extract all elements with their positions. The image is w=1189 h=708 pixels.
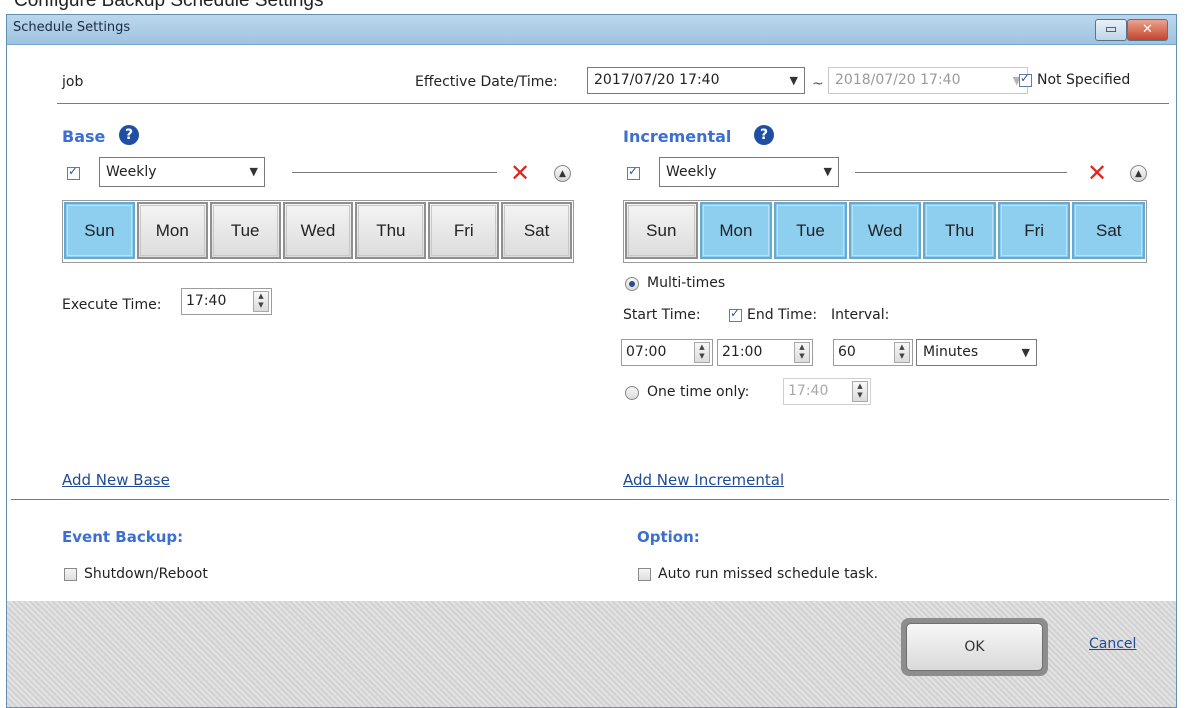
base-day-wed[interactable]: Wed xyxy=(282,202,354,259)
multi-times-label: Multi-times xyxy=(647,275,726,291)
base-day-mon[interactable]: Mon xyxy=(136,202,208,259)
not-specified-label: Not Specified xyxy=(1037,72,1131,88)
dialog-footer: OK Cancel xyxy=(7,601,1176,707)
spin-arrows-icon[interactable]: ▲ ▼ xyxy=(694,342,710,363)
end-time-value: 21:00 xyxy=(722,344,763,360)
x-icon[interactable]: ✕ xyxy=(1087,161,1107,185)
interval-unit-value: Minutes xyxy=(923,344,979,360)
execute-time-stepper[interactable]: 17:40 ▲ ▼ xyxy=(181,288,272,315)
effective-date-label: Effective Date/Time: xyxy=(415,74,558,90)
incremental-day-mon[interactable]: Mon xyxy=(699,202,773,259)
help-icon[interactable]: ? xyxy=(119,125,139,145)
event-backup-heading: Event Backup: xyxy=(62,528,184,546)
base-day-thu[interactable]: Thu xyxy=(355,202,427,259)
end-time-label: End Time: xyxy=(747,307,818,323)
shutdown-reboot-label: Shutdown/Reboot xyxy=(84,566,208,582)
one-time-only-label: One time only: xyxy=(647,384,750,400)
incremental-day-sat[interactable]: Sat xyxy=(1072,202,1146,259)
not-specified-checkbox[interactable] xyxy=(1019,71,1032,87)
interval-value: 60 xyxy=(838,344,856,360)
chevron-down-icon: ▼ xyxy=(249,165,258,178)
chevron-up-icon[interactable]: ▲ xyxy=(554,165,571,182)
incremental-heading: Incremental xyxy=(623,127,732,146)
incremental-divider xyxy=(855,172,1067,173)
caption-text: Configure Backup Schedule Settings xyxy=(14,0,324,11)
chevron-down-icon: ▼ xyxy=(1021,346,1030,359)
auto-run-checkbox[interactable] xyxy=(638,568,651,581)
incremental-day-sun[interactable]: Sun xyxy=(625,202,698,259)
close-button[interactable]: ✕ xyxy=(1127,19,1168,41)
one-time-only-radio[interactable] xyxy=(625,386,639,400)
spin-arrows-icon[interactable]: ▲ ▼ xyxy=(894,342,910,363)
section-divider xyxy=(11,499,1169,500)
base-frequency-value: Weekly xyxy=(106,164,157,180)
start-time-value: 07:00 xyxy=(626,344,667,360)
base-heading: Base xyxy=(62,127,106,146)
base-day-fri[interactable]: Fri xyxy=(428,202,500,259)
base-day-tue[interactable]: Tue xyxy=(209,202,281,259)
option-heading: Option: xyxy=(637,528,700,546)
incremental-frequency-combo[interactable]: Weekly ▼ xyxy=(659,157,839,187)
base-frequency-combo[interactable]: Weekly ▼ xyxy=(99,157,265,187)
auto-run-label: Auto run missed schedule task. xyxy=(658,566,879,582)
x-icon[interactable]: ✕ xyxy=(510,161,530,185)
interval-stepper[interactable]: 60 ▲ ▼ xyxy=(833,339,913,366)
interval-label: Interval: xyxy=(831,307,890,323)
help-icon[interactable]: ? xyxy=(754,125,774,145)
incremental-day-thu[interactable]: Thu xyxy=(923,202,996,259)
effective-start-combo[interactable]: 2017/07/20 17:40 ▼ xyxy=(587,67,805,94)
start-time-label: Start Time: xyxy=(623,307,701,323)
effective-start-value: 2017/07/20 17:40 xyxy=(594,72,720,88)
one-time-value: 17:40 xyxy=(788,383,829,399)
window-title: Schedule Settings xyxy=(13,20,131,35)
incremental-day-tue[interactable]: Tue xyxy=(774,202,847,259)
incremental-day-fri[interactable]: Fri xyxy=(997,202,1071,259)
effective-end-value: 2018/07/20 17:40 xyxy=(835,72,961,88)
incremental-day-selector: Sun Mon Tue Wed Thu Fri Sat xyxy=(623,200,1147,263)
interval-unit-combo[interactable]: Minutes ▼ xyxy=(916,339,1037,366)
base-day-sat[interactable]: Sat xyxy=(501,202,573,259)
chevron-down-icon: ▼ xyxy=(823,165,832,178)
execute-time-value: 17:40 xyxy=(186,293,227,309)
chevron-up-icon[interactable]: ▲ xyxy=(1130,165,1147,182)
schedule-settings-window: Schedule Settings ▭ ✕ job Effective Date… xyxy=(6,14,1177,708)
incremental-frequency-value: Weekly xyxy=(666,164,717,180)
chevron-down-icon: ▼ xyxy=(789,74,798,87)
effective-end-combo[interactable]: 2018/07/20 17:40 ▼ xyxy=(828,67,1028,94)
execute-time-label: Execute Time: xyxy=(62,297,162,313)
ok-button-frame: OK xyxy=(901,618,1048,676)
shutdown-reboot-checkbox[interactable] xyxy=(64,568,77,581)
base-day-selector: Sun Mon Tue Wed Thu Fri Sat xyxy=(62,200,574,263)
one-time-stepper[interactable]: 17:40 ▲ ▼ xyxy=(783,378,871,405)
start-time-stepper[interactable]: 07:00 ▲ ▼ xyxy=(621,339,713,366)
base-enabled-checkbox[interactable] xyxy=(67,164,80,180)
end-time-stepper[interactable]: 21:00 ▲ ▼ xyxy=(717,339,813,366)
ok-button[interactable]: OK xyxy=(906,623,1043,671)
cancel-link[interactable]: Cancel xyxy=(1089,636,1136,652)
base-divider xyxy=(292,172,497,173)
spin-arrows-icon[interactable]: ▲ ▼ xyxy=(794,342,810,363)
spin-arrows-icon[interactable]: ▲ ▼ xyxy=(253,291,269,312)
job-label: job xyxy=(62,74,84,90)
date-range-tilde: ~ xyxy=(812,76,824,92)
incremental-enabled-checkbox[interactable] xyxy=(627,164,640,180)
multi-times-radio[interactable] xyxy=(625,277,639,291)
top-divider xyxy=(57,103,1169,104)
spin-arrows-icon[interactable]: ▲ ▼ xyxy=(852,381,868,402)
incremental-day-wed[interactable]: Wed xyxy=(848,202,922,259)
title-bar: Schedule Settings ▭ ✕ xyxy=(7,15,1176,45)
add-new-incremental-link[interactable]: Add New Incremental xyxy=(623,471,784,489)
base-day-sun[interactable]: Sun xyxy=(64,202,135,259)
end-time-checkbox[interactable] xyxy=(729,306,742,322)
restore-button[interactable]: ▭ xyxy=(1095,19,1127,41)
add-new-base-link[interactable]: Add New Base xyxy=(62,471,170,489)
